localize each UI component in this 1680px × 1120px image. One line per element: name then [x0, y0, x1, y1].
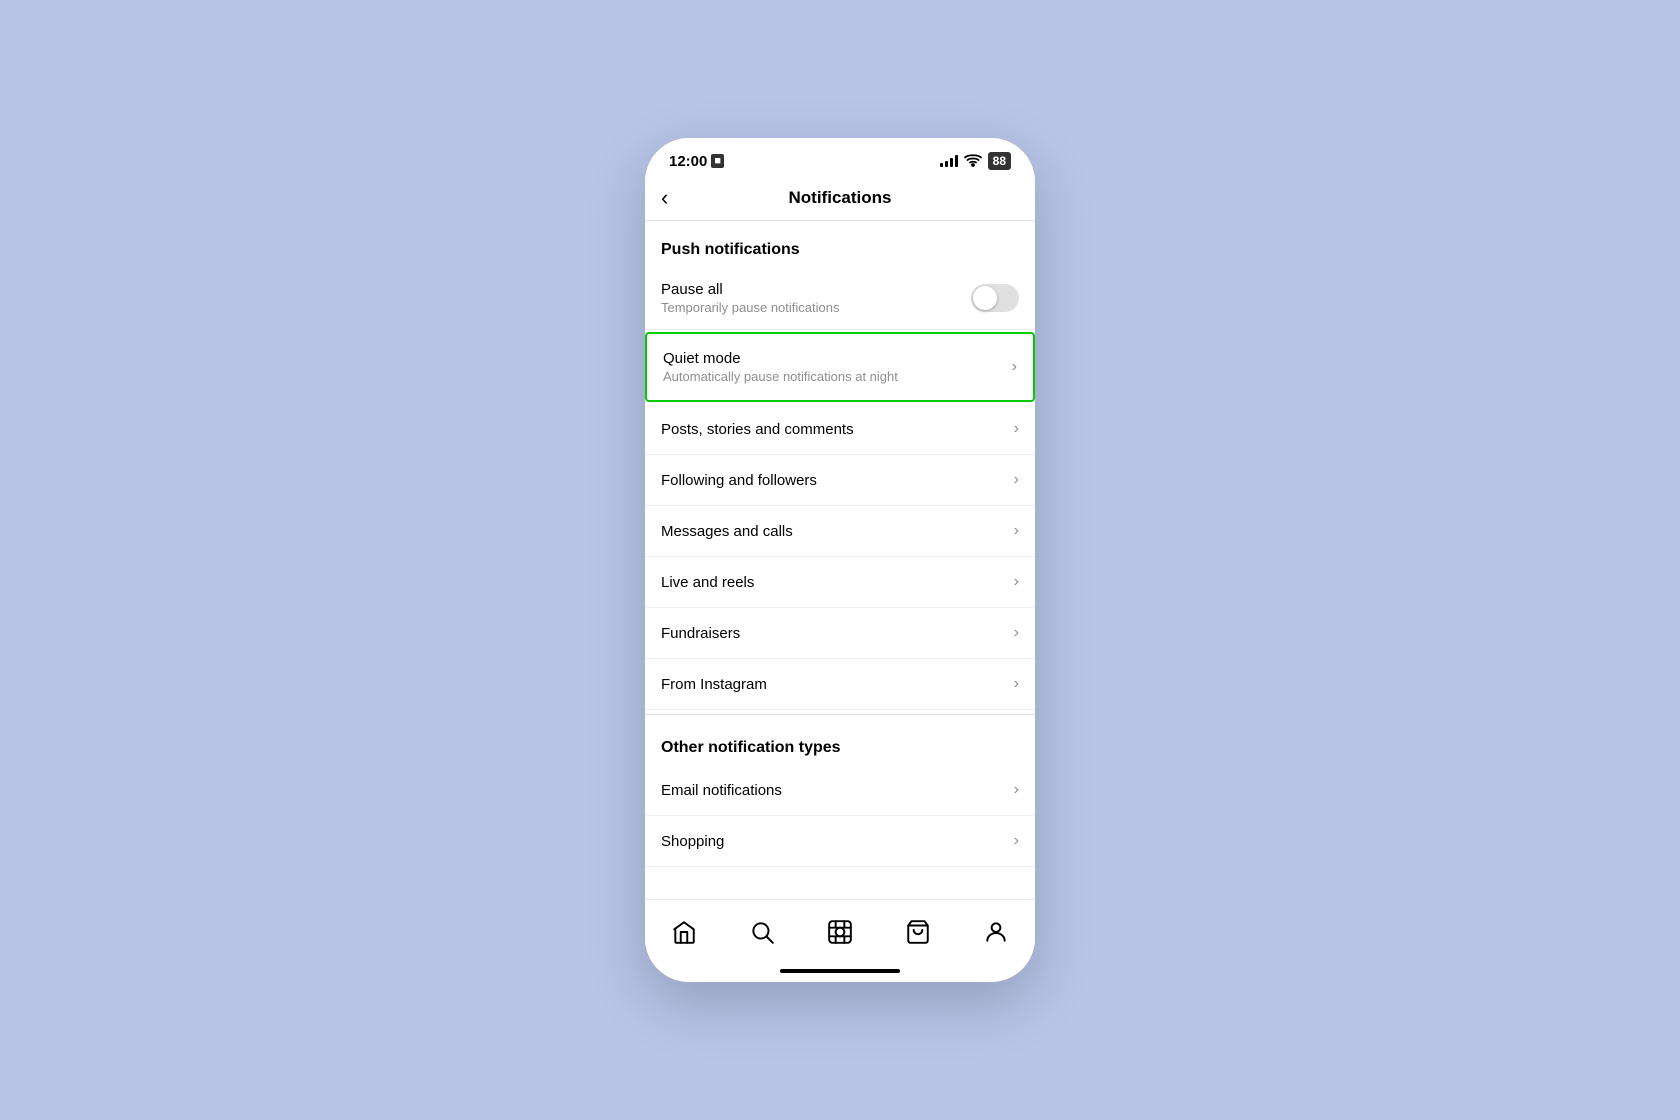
messages-calls-chevron: ›	[1014, 522, 1019, 540]
shop-icon	[905, 919, 931, 945]
following-followers-label: Following and followers	[661, 472, 817, 489]
quiet-mode-chevron: ›	[1012, 358, 1017, 376]
live-reels-chevron: ›	[1014, 573, 1019, 591]
profile-icon	[983, 919, 1009, 945]
status-indicator: ■	[711, 154, 724, 168]
page-header: ‹ Notifications	[645, 178, 1035, 221]
posts-stories-chevron: ›	[1014, 420, 1019, 438]
pause-all-sublabel: Temporarily pause notifications	[661, 300, 839, 315]
time-display: 12:00	[669, 153, 707, 170]
messages-calls-label: Messages and calls	[661, 523, 793, 540]
posts-stories-label: Posts, stories and comments	[661, 421, 854, 438]
from-instagram-label: From Instagram	[661, 676, 767, 693]
pause-all-label: Pause all	[661, 281, 839, 298]
live-reels-row[interactable]: Live and reels ›	[645, 557, 1035, 608]
fundraisers-row[interactable]: Fundraisers ›	[645, 608, 1035, 659]
quiet-mode-row[interactable]: Quiet mode Automatically pause notificat…	[645, 332, 1035, 402]
pause-all-toggle[interactable]	[971, 284, 1019, 312]
reels-icon	[827, 919, 853, 945]
battery-icon: 88	[988, 152, 1011, 170]
following-followers-chevron: ›	[1014, 471, 1019, 489]
signal-icon	[940, 155, 958, 167]
wifi-icon	[964, 153, 982, 170]
shop-nav-button[interactable]	[896, 910, 940, 954]
home-bar	[780, 969, 900, 973]
pause-all-text: Pause all Temporarily pause notification…	[661, 281, 839, 315]
home-nav-button[interactable]	[662, 910, 706, 954]
search-icon	[749, 919, 775, 945]
push-notifications-section: Push notifications	[645, 221, 1035, 267]
back-button[interactable]: ‹	[661, 185, 668, 211]
fundraisers-chevron: ›	[1014, 624, 1019, 642]
shopping-row[interactable]: Shopping ›	[645, 816, 1035, 867]
email-notifications-label: Email notifications	[661, 782, 782, 799]
email-notifications-row[interactable]: Email notifications ›	[645, 765, 1035, 816]
fundraisers-label: Fundraisers	[661, 625, 740, 642]
content-area: Push notifications Pause all Temporarily…	[645, 221, 1035, 899]
posts-stories-row[interactable]: Posts, stories and comments ›	[645, 404, 1035, 455]
quiet-mode-text: Quiet mode Automatically pause notificat…	[663, 350, 898, 384]
toggle-knob	[973, 286, 997, 310]
search-nav-button[interactable]	[740, 910, 784, 954]
live-reels-label: Live and reels	[661, 574, 754, 591]
quiet-mode-label: Quiet mode	[663, 350, 898, 367]
home-indicator	[645, 960, 1035, 982]
pause-all-row[interactable]: Pause all Temporarily pause notification…	[645, 267, 1035, 330]
status-time: 12:00 ■	[669, 153, 724, 170]
phone-frame: 12:00 ■ 88 ‹	[645, 138, 1035, 982]
quiet-mode-sublabel: Automatically pause notifications at nig…	[663, 369, 898, 384]
shopping-label: Shopping	[661, 833, 724, 850]
reels-nav-button[interactable]	[818, 910, 862, 954]
profile-nav-button[interactable]	[974, 910, 1018, 954]
messages-calls-row[interactable]: Messages and calls ›	[645, 506, 1035, 557]
bottom-nav	[645, 899, 1035, 960]
page-title: Notifications	[789, 188, 892, 208]
section-divider	[645, 714, 1035, 715]
push-notifications-title: Push notifications	[661, 241, 800, 258]
from-instagram-row[interactable]: From Instagram ›	[645, 659, 1035, 710]
status-icons: 88	[940, 152, 1011, 170]
home-icon	[671, 919, 697, 945]
status-bar: 12:00 ■ 88	[645, 138, 1035, 178]
other-notifications-title: Other notification types	[661, 739, 841, 756]
from-instagram-chevron: ›	[1014, 675, 1019, 693]
following-followers-row[interactable]: Following and followers ›	[645, 455, 1035, 506]
shopping-chevron: ›	[1014, 832, 1019, 850]
email-notifications-chevron: ›	[1014, 781, 1019, 799]
other-notifications-section: Other notification types	[645, 719, 1035, 765]
